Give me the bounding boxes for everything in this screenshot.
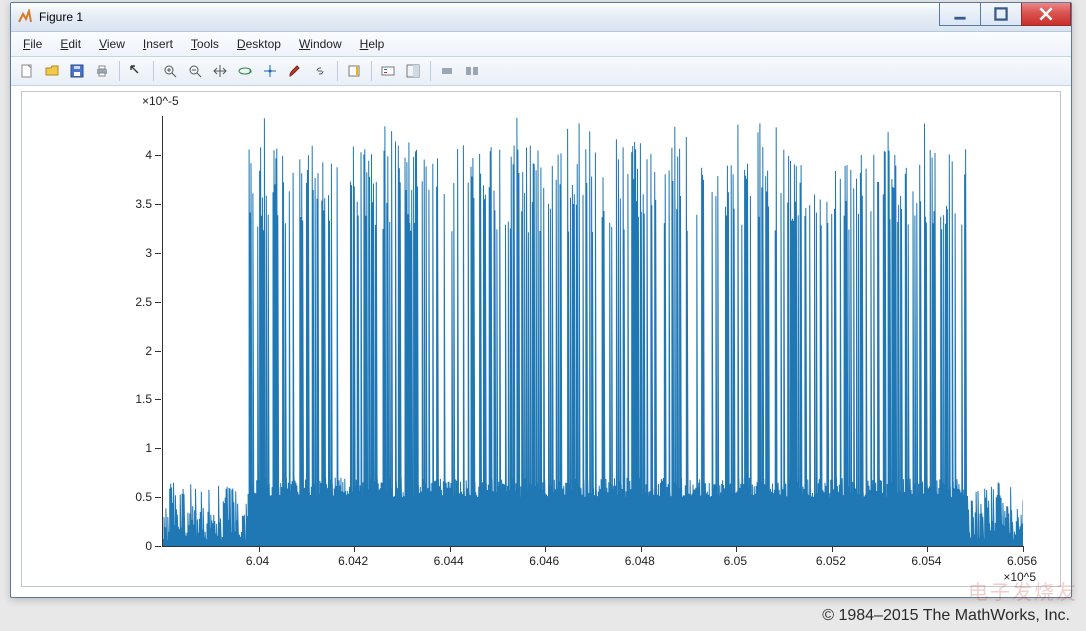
axes[interactable] — [162, 116, 1023, 547]
x-tick-label: 6.052 — [816, 554, 846, 568]
menu-tools[interactable]: Tools — [183, 35, 227, 53]
data-cursor-button[interactable] — [258, 59, 282, 83]
pan-icon — [213, 64, 227, 78]
figure-window: Figure 1 File Edit View Insert Tools Des… — [10, 2, 1072, 598]
menu-file[interactable]: File — [15, 35, 50, 53]
close-button[interactable] — [1021, 3, 1071, 26]
rotate3d-button[interactable] — [233, 59, 257, 83]
show-plot-tools-button[interactable] — [460, 59, 484, 83]
close-icon — [1039, 7, 1053, 21]
y-tick-label: 4 — [22, 148, 152, 162]
toolbar — [11, 57, 1071, 86]
y-tick-label: 0 — [22, 539, 152, 553]
zoom-in-button[interactable] — [158, 59, 182, 83]
menu-edit[interactable]: Edit — [52, 35, 89, 53]
line-plot — [163, 116, 1023, 546]
new-figure-icon — [20, 64, 34, 78]
link-icon — [313, 64, 327, 78]
window-controls — [940, 3, 1071, 26]
window-title: Figure 1 — [39, 10, 83, 24]
open-icon — [45, 64, 59, 78]
y-tick-label: 0.5 — [22, 490, 152, 504]
y-tick-label: 3 — [22, 246, 152, 260]
zoom-in-icon — [163, 64, 177, 78]
plot-panel: ×10^-5 ×10^5 00.511.522.533.546.046.0426… — [21, 91, 1061, 587]
x-tick-label: 6.054 — [911, 554, 941, 568]
toolbar-separator — [153, 61, 154, 81]
maximize-icon — [994, 7, 1008, 21]
toolbar-separator — [119, 61, 120, 81]
edit-plot-button[interactable] — [124, 59, 148, 83]
x-tick-label: 6.056 — [1007, 554, 1037, 568]
dock-button[interactable] — [401, 59, 425, 83]
brush-button[interactable] — [283, 59, 307, 83]
link-button[interactable] — [308, 59, 332, 83]
titlebar[interactable]: Figure 1 — [11, 3, 1071, 32]
print-icon — [95, 64, 109, 78]
new-figure-button[interactable] — [15, 59, 39, 83]
toolbar-separator — [337, 61, 338, 81]
y-tick-label: 2 — [22, 344, 152, 358]
show-tools-icon — [465, 64, 479, 78]
menubar: File Edit View Insert Tools Desktop Wind… — [11, 32, 1071, 57]
hide-tools-icon — [440, 64, 454, 78]
y-tick-label: 1 — [22, 441, 152, 455]
open-button[interactable] — [40, 59, 64, 83]
data-cursor-icon — [263, 64, 277, 78]
x-tick-label: 6.044 — [434, 554, 464, 568]
minimize-icon — [953, 7, 967, 21]
print-button[interactable] — [90, 59, 114, 83]
zoom-out-button[interactable] — [183, 59, 207, 83]
pan-button[interactable] — [208, 59, 232, 83]
zoom-out-icon — [188, 64, 202, 78]
minimize-button[interactable] — [939, 3, 981, 26]
insert-colorbar-button[interactable] — [342, 59, 366, 83]
toolbar-separator — [430, 61, 431, 81]
y-tick-label: 3.5 — [22, 197, 152, 211]
x-tick-label: 6.05 — [724, 554, 747, 568]
colorbar-icon — [347, 64, 361, 78]
menu-view[interactable]: View — [91, 35, 133, 53]
insert-legend-button[interactable] — [376, 59, 400, 83]
x-tick-label: 6.048 — [625, 554, 655, 568]
maximize-button[interactable] — [980, 3, 1022, 26]
save-icon — [70, 64, 84, 78]
y-tick-label: 2.5 — [22, 295, 152, 309]
matlab-icon — [17, 9, 33, 25]
dock-icon — [406, 64, 420, 78]
x-tick-label: 6.042 — [338, 554, 368, 568]
copyright-text: © 1984–2015 The MathWorks, Inc. — [822, 607, 1070, 625]
toolbar-separator — [371, 61, 372, 81]
edit-plot-arrow-icon — [129, 64, 143, 78]
x-tick-label: 6.04 — [246, 554, 269, 568]
brush-icon — [288, 64, 302, 78]
watermark: 电子发烧友 — [968, 576, 1078, 605]
save-button[interactable] — [65, 59, 89, 83]
rotate3d-icon — [238, 64, 252, 78]
menu-window[interactable]: Window — [291, 35, 350, 53]
legend-icon — [381, 64, 395, 78]
menu-help[interactable]: Help — [352, 35, 393, 53]
hide-plot-tools-button[interactable] — [435, 59, 459, 83]
x-tick-label: 6.046 — [529, 554, 559, 568]
y-axis-multiplier: ×10^-5 — [142, 94, 179, 108]
y-tick-label: 1.5 — [22, 392, 152, 406]
menu-insert[interactable]: Insert — [135, 35, 181, 53]
menu-desktop[interactable]: Desktop — [229, 35, 289, 53]
